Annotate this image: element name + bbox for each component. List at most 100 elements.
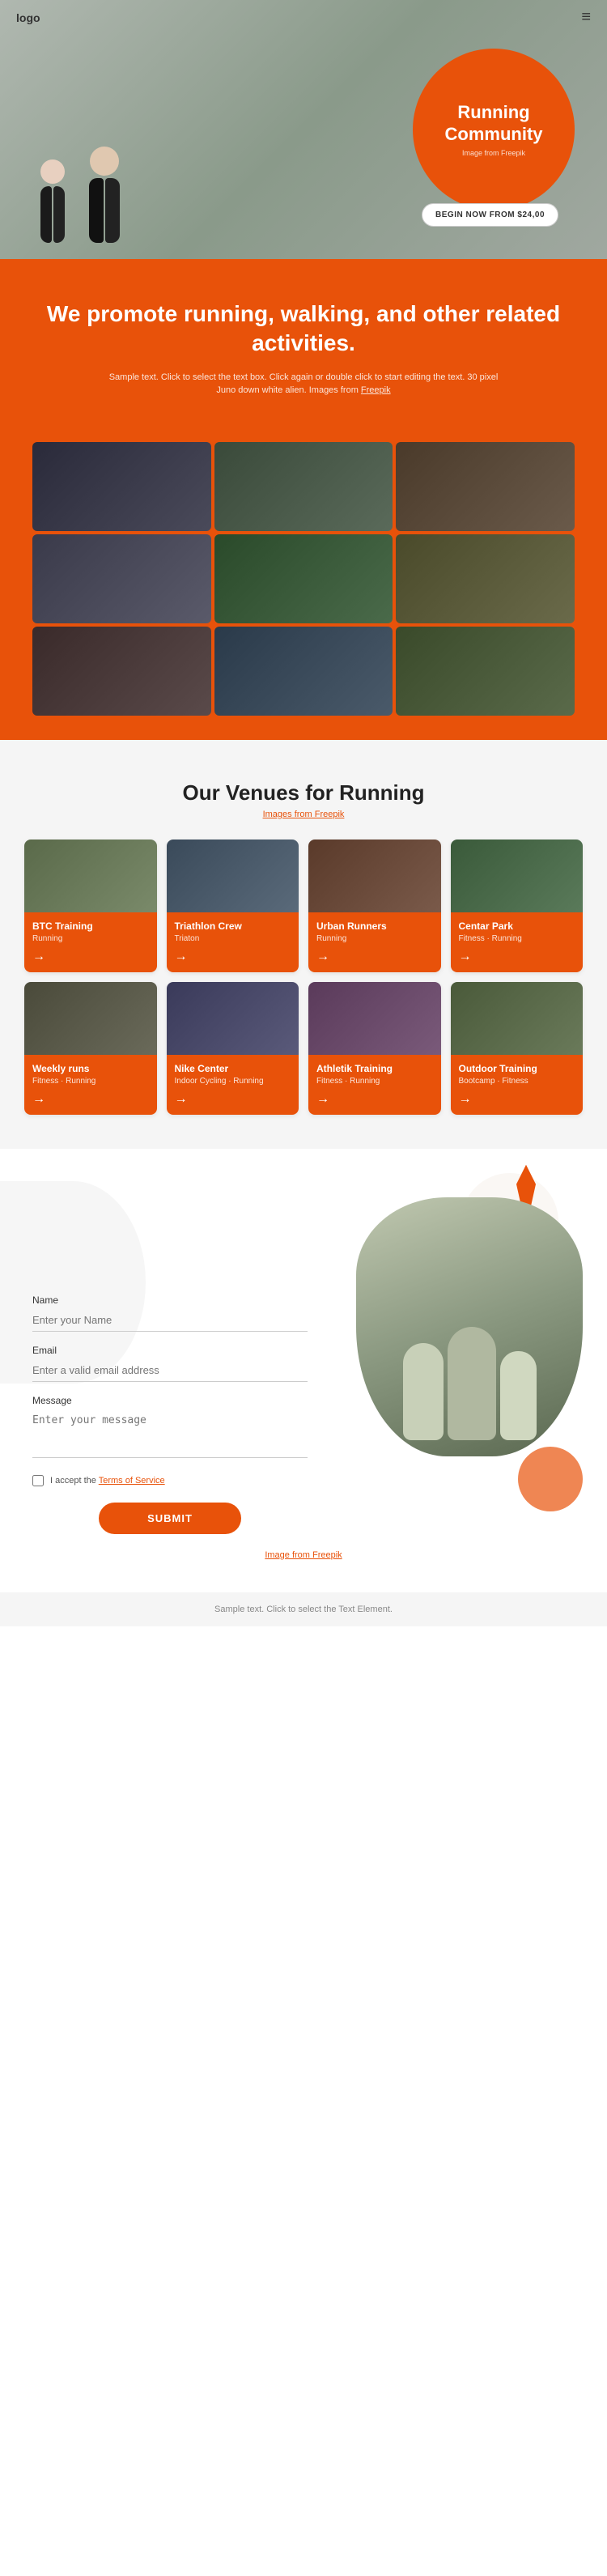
checkbox-row: I accept the Terms of Service — [32, 1475, 308, 1486]
photo-cell-5 — [214, 534, 393, 623]
photo-cell-7 — [32, 627, 211, 716]
form-field-email: Email — [32, 1345, 308, 1382]
logo: logo — [16, 11, 40, 24]
footer-sample-text: Sample text. Click to select the Text El… — [214, 1605, 393, 1614]
runner-head — [40, 159, 65, 184]
venues-freepik-link[interactable]: Images from Freepik — [263, 810, 345, 819]
runner-female — [40, 159, 65, 243]
venue-image-weekly — [24, 982, 157, 1055]
venue-info-urban: Urban Runners Running → — [308, 912, 441, 972]
venue-card-athletik[interactable]: Athletik Training Fitness · Running → — [308, 982, 441, 1115]
hero-circle: Running Community Image from Freepik — [413, 49, 575, 210]
name-label: Name — [32, 1294, 308, 1306]
hero-title: Running Community — [429, 102, 558, 145]
contact-photo — [356, 1197, 583, 1456]
venue-info-weekly: Weekly runs Fitness · Running → — [24, 1055, 157, 1115]
header: logo ≡ — [0, 0, 607, 35]
venue-cat-btc: Running — [32, 934, 149, 943]
email-label: Email — [32, 1345, 308, 1356]
name-input[interactable] — [32, 1309, 308, 1332]
venue-card-centar-park[interactable]: Centar Park Fitness · Running → — [451, 840, 584, 972]
venue-card-btc-training[interactable]: BTC Training Running → — [24, 840, 157, 972]
venue-info-btc: BTC Training Running → — [24, 912, 157, 972]
submit-button[interactable]: SUBMIT — [99, 1503, 241, 1534]
venue-arrow-urban: → — [316, 950, 329, 964]
photo-cell-8 — [214, 627, 393, 716]
venue-cat-nike: Indoor Cycling · Running — [175, 1077, 291, 1086]
contact-freepik-link[interactable]: Image from Freepik — [265, 1550, 342, 1560]
photo-grid — [0, 442, 607, 740]
venue-image-nike — [167, 982, 299, 1055]
venue-cat-centar: Fitness · Running — [459, 934, 575, 943]
photo-cell-3 — [396, 442, 575, 531]
venue-image-athletik — [308, 982, 441, 1055]
message-textarea[interactable] — [32, 1409, 308, 1458]
runner-male — [89, 147, 120, 243]
promo-section: We promote running, walking, and other r… — [0, 259, 607, 442]
contact-section: Name Email Message I accept the Terms of… — [0, 1149, 607, 1592]
venue-arrow-btc: → — [32, 950, 45, 964]
tos-checkbox[interactable] — [32, 1475, 44, 1486]
promo-freepik-link[interactable]: Freepik — [361, 385, 391, 395]
hero-image-credit: Image from Freepik — [462, 149, 525, 157]
venue-name-weekly: Weekly runs — [32, 1063, 149, 1074]
venue-image-centar — [451, 840, 584, 912]
photo-cell-6 — [396, 534, 575, 623]
venue-cat-outdoor: Bootcamp · Fitness — [459, 1077, 575, 1086]
venues-row-1: BTC Training Running → Triathlon Crew Tr… — [24, 840, 583, 972]
tos-link[interactable]: Terms of Service — [99, 1476, 165, 1486]
message-label: Message — [32, 1395, 308, 1406]
venue-name-btc: BTC Training — [32, 920, 149, 932]
venue-cat-weekly: Fitness · Running — [32, 1077, 149, 1086]
venue-arrow-nike: → — [175, 1092, 188, 1107]
runner-male-head — [90, 147, 119, 176]
venues-heading: Our Venues for Running — [24, 780, 583, 806]
venues-images-from: Images from Freepik — [24, 810, 583, 819]
contact-photo-inner — [356, 1197, 583, 1456]
venue-card-outdoor[interactable]: Outdoor Training Bootcamp · Fitness → — [451, 982, 584, 1115]
venue-arrow-athletik: → — [316, 1092, 329, 1107]
photo-cell-9 — [396, 627, 575, 716]
form-field-message: Message — [32, 1395, 308, 1462]
venue-arrow-outdoor: → — [459, 1092, 472, 1107]
venue-name-outdoor: Outdoor Training — [459, 1063, 575, 1074]
photo-cell-1 — [32, 442, 211, 531]
contact-image-credit: Image from Freepik — [32, 1550, 575, 1560]
venue-cat-athletik: Fitness · Running — [316, 1077, 433, 1086]
venue-card-nike-center[interactable]: Nike Center Indoor Cycling · Running → — [167, 982, 299, 1115]
venue-cat-urban: Running — [316, 934, 433, 943]
venue-name-athletik: Athletik Training — [316, 1063, 433, 1074]
contact-form-wrapper: Name Email Message I accept the Terms of… — [32, 1294, 308, 1534]
promo-sample-text: Sample text. Click to select the text bo… — [101, 371, 506, 397]
menu-icon[interactable]: ≡ — [581, 8, 591, 27]
venue-name-nike: Nike Center — [175, 1063, 291, 1074]
venue-name-centar: Centar Park — [459, 920, 575, 932]
hero-cta-button[interactable]: BEGIN NOW FROM $24,00 — [422, 203, 558, 227]
footer: Sample text. Click to select the Text El… — [0, 1592, 607, 1626]
venue-image-outdoor — [451, 982, 584, 1055]
form-field-name: Name — [32, 1294, 308, 1332]
venue-image-triathlon — [167, 840, 299, 912]
venue-card-weekly-runs[interactable]: Weekly runs Fitness · Running → — [24, 982, 157, 1115]
venue-cat-triathlon: Triaton — [175, 934, 291, 943]
venue-name-urban: Urban Runners — [316, 920, 433, 932]
venue-info-centar: Centar Park Fitness · Running → — [451, 912, 584, 972]
venue-info-triathlon: Triathlon Crew Triaton → — [167, 912, 299, 972]
photo-cell-4 — [32, 534, 211, 623]
promo-heading: We promote running, walking, and other r… — [32, 300, 575, 359]
venue-arrow-triathlon: → — [175, 950, 188, 964]
venue-card-urban-runners[interactable]: Urban Runners Running → — [308, 840, 441, 972]
venue-card-triathlon-crew[interactable]: Triathlon Crew Triaton → — [167, 840, 299, 972]
venue-info-athletik: Athletik Training Fitness · Running → — [308, 1055, 441, 1115]
venue-arrow-weekly: → — [32, 1092, 45, 1107]
venue-arrow-centar: → — [459, 950, 472, 964]
contact-deco-right-bottom — [518, 1447, 583, 1511]
venue-image-urban — [308, 840, 441, 912]
venues-row-2: Weekly runs Fitness · Running → Nike Cen… — [24, 982, 583, 1115]
email-input[interactable] — [32, 1359, 308, 1382]
photo-cell-2 — [214, 442, 393, 531]
venues-section: Our Venues for Running Images from Freep… — [0, 740, 607, 1149]
hero-section: Running Community Image from Freepik BEG… — [0, 0, 607, 259]
venue-info-nike: Nike Center Indoor Cycling · Running → — [167, 1055, 299, 1115]
venue-name-triathlon: Triathlon Crew — [175, 920, 291, 932]
